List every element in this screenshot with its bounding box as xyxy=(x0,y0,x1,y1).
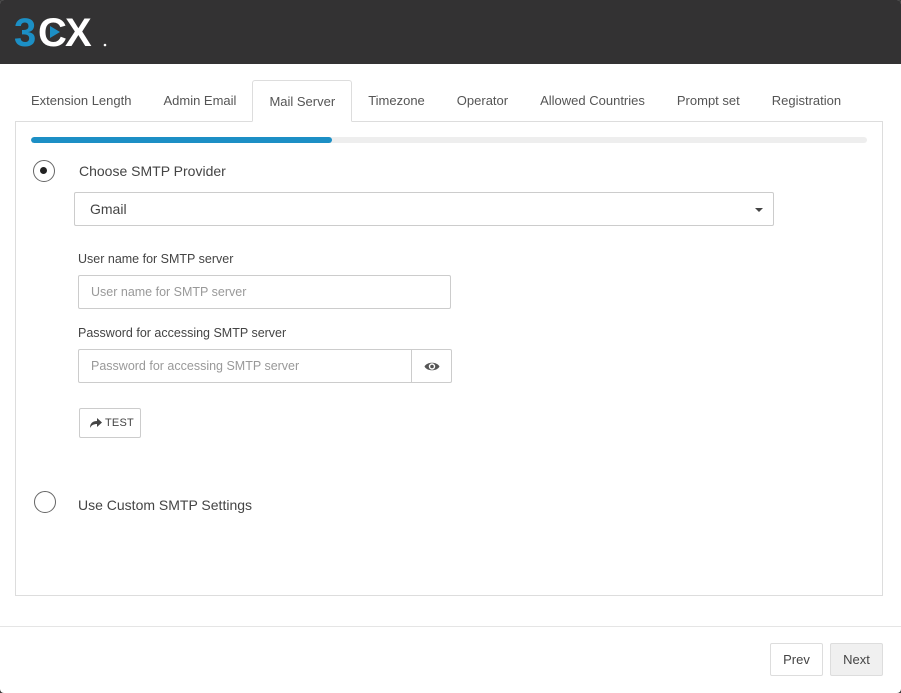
eye-icon xyxy=(424,362,440,371)
smtp-password-input[interactable] xyxy=(78,349,412,383)
tab-extension-length[interactable]: Extension Length xyxy=(15,80,147,122)
smtp-username-input[interactable] xyxy=(78,275,451,309)
wizard-tabs: Extension Length Admin Email Mail Server… xyxy=(15,80,883,122)
tab-mail-server[interactable]: Mail Server xyxy=(252,80,353,122)
custom-smtp-radio[interactable] xyxy=(34,491,56,513)
tab-registration[interactable]: Registration xyxy=(756,80,857,122)
username-label: User name for SMTP server xyxy=(78,252,234,266)
custom-smtp-label: Use Custom SMTP Settings xyxy=(78,497,253,513)
show-password-button[interactable] xyxy=(412,349,452,383)
radio-selected-dot xyxy=(40,167,47,174)
tab-timezone[interactable]: Timezone xyxy=(352,80,441,122)
tab-allowed-countries[interactable]: Allowed Countries xyxy=(524,80,661,122)
caret-down-icon xyxy=(755,208,763,212)
setup-wizard-window: 3 C X Extension Length Admin Email Mail … xyxy=(0,0,901,693)
smtp-provider-label: Choose SMTP Provider xyxy=(79,163,226,179)
mail-server-panel: Choose SMTP Provider Gmail User name for… xyxy=(15,121,883,596)
svg-text:3: 3 xyxy=(14,12,36,52)
svg-text:X: X xyxy=(65,12,92,52)
tab-admin-email[interactable]: Admin Email xyxy=(147,80,252,122)
header-bar: 3 C X xyxy=(0,0,901,64)
smtp-provider-value: Gmail xyxy=(90,201,127,217)
tab-prompt-set[interactable]: Prompt set xyxy=(661,80,756,122)
test-button-label: TEST xyxy=(105,417,134,429)
smtp-provider-radio[interactable] xyxy=(33,160,55,182)
prev-button[interactable]: Prev xyxy=(770,643,823,676)
password-label: Password for accessing SMTP server xyxy=(78,326,287,340)
3cx-logo: 3 C X xyxy=(14,11,114,55)
progress-fill xyxy=(31,137,332,143)
test-smtp-button[interactable]: TEST xyxy=(79,408,141,438)
footer-divider xyxy=(0,626,901,627)
smtp-provider-select[interactable]: Gmail xyxy=(74,192,774,226)
tab-operator[interactable]: Operator xyxy=(441,80,524,122)
next-button[interactable]: Next xyxy=(830,643,883,676)
wizard-progress-bar xyxy=(31,137,867,143)
share-arrow-icon xyxy=(90,418,102,428)
